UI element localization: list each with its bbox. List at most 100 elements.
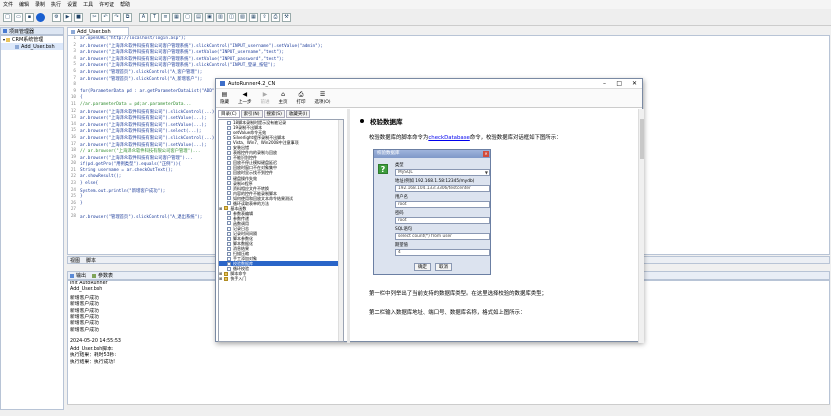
- tab-output[interactable]: 输出: [76, 272, 86, 279]
- editor-tab[interactable]: Add_User.bsh: [67, 27, 129, 35]
- help-tab-2[interactable]: 搜索(S): [263, 110, 285, 118]
- tab-parameter-table[interactable]: 参数表: [98, 272, 113, 279]
- save-icon[interactable]: ▪: [25, 12, 34, 22]
- code-text: ar.browser("上海泽众软件科技有限公司").setValue(...)…: [80, 142, 207, 148]
- settings-icon[interactable]: ⚙: [52, 12, 61, 22]
- font-icon[interactable]: T: [150, 12, 159, 22]
- frame-icon[interactable]: ▢: [183, 12, 192, 22]
- content-scroll-thumb[interactable]: [640, 119, 644, 159]
- tree-node-project[interactable]: ▾ CRM系统管理: [1, 36, 63, 43]
- undo-icon[interactable]: ↶: [101, 12, 110, 22]
- folder-icon: [6, 37, 11, 42]
- checkdatabase-link[interactable]: checkDatabase: [428, 135, 470, 141]
- page-icon: [227, 191, 231, 196]
- code-line[interactable]: 6 ar.browser("管理首页").slickControl("A_客户管理…: [68, 69, 829, 76]
- code-text: ar.browser("上海泽众软件科技有限公司").select(...);: [80, 129, 202, 135]
- close-icon[interactable]: ✕: [632, 80, 637, 87]
- options-button[interactable]: ☰ 选项(O): [315, 91, 331, 105]
- menu-bar: 文件 编辑 录制 执行 设置 工具 许可证 帮助: [0, 0, 831, 9]
- forward-button[interactable]: ▶ 前进: [261, 91, 270, 105]
- help-contents-tree[interactable]: 18脚本录制时提示没有被记录 19录制不出脚本 setValue命令无效 Silver…: [218, 119, 344, 342]
- page-icon: [227, 251, 231, 256]
- help-title-bar[interactable]: AutoRunner4.2_CN – □ ✕: [216, 79, 642, 89]
- run-icon[interactable]: ▶: [63, 12, 72, 22]
- app-icon: [220, 81, 225, 86]
- page-icon: [227, 241, 231, 246]
- password-field: root: [395, 217, 490, 224]
- menu-item-1[interactable]: 编辑: [19, 1, 29, 8]
- code-text: } else{: [80, 181, 99, 187]
- window-icon[interactable]: ▣: [205, 12, 214, 22]
- help-tab-1[interactable]: 索引(N): [240, 110, 263, 118]
- dialog-close-icon: ✕: [483, 151, 489, 157]
- menu-item-0[interactable]: 文件: [3, 1, 13, 8]
- page-icon: [227, 165, 231, 170]
- pane-splitter[interactable]: [347, 109, 350, 343]
- help-tab-3[interactable]: 收藏夹(I): [285, 110, 311, 118]
- export-icon[interactable]: ⇪: [260, 12, 269, 22]
- project-manager-tab[interactable]: 项目管理器: [0, 27, 64, 35]
- hide-button[interactable]: ▤ 隐藏: [220, 90, 229, 105]
- code-line[interactable]: 1 ar.openURL("http://localhost/login.asp"…: [68, 36, 829, 43]
- print-button[interactable]: ⎙ 打印: [297, 91, 306, 105]
- sql-label: SQL语句: [395, 227, 413, 232]
- minimize-icon[interactable]: –: [603, 80, 606, 87]
- output-icon: [70, 273, 74, 278]
- expand-icon[interactable]: ⊞: [219, 276, 222, 281]
- new-file-icon[interactable]: □: [3, 12, 12, 22]
- expand-icon[interactable]: ⊞: [219, 206, 222, 211]
- menu-item-5[interactable]: 工具: [83, 1, 93, 8]
- copy-icon[interactable]: ⧉: [123, 12, 132, 22]
- menu-item-3[interactable]: 执行: [51, 1, 61, 8]
- list-icon[interactable]: ≡: [161, 12, 170, 22]
- bullet-icon: [360, 119, 364, 123]
- back-button[interactable]: ◀ 上一步: [238, 91, 252, 105]
- menu-item-7[interactable]: 帮助: [120, 1, 130, 8]
- code-line[interactable]: 2 ar.browser("上海泽众软件科技有限公司客户管理系统").slickC…: [68, 43, 829, 50]
- panel-icon[interactable]: ▧: [238, 12, 247, 22]
- table-icon[interactable]: ▦: [249, 12, 258, 22]
- code-line[interactable]: 5 ar.browser("上海泽众软件科技有限公司客户管理系统").slickC…: [68, 62, 829, 69]
- home-button[interactable]: ⌂ 主页: [279, 91, 288, 105]
- cut-icon[interactable]: ✂: [90, 12, 99, 22]
- open-icon[interactable]: ▭: [14, 12, 23, 22]
- redo-icon[interactable]: ↷: [112, 12, 121, 22]
- page-icon: [227, 176, 231, 181]
- comment-icon[interactable]: ▤: [194, 12, 203, 22]
- contents-folder[interactable]: ⊞ 快手入门: [219, 276, 343, 281]
- contents-scrollbar[interactable]: [338, 120, 343, 341]
- hide-icon: ▤: [221, 90, 228, 98]
- topic-heading: 校验数据库: [360, 116, 403, 126]
- page-icon: [227, 201, 231, 206]
- tree-node-script[interactable]: Add_User.bsh: [1, 43, 63, 50]
- page-icon: [227, 130, 231, 135]
- output-line: 执行结果：执行成功!: [70, 359, 116, 365]
- split-icon[interactable]: ◫: [227, 12, 236, 22]
- line-number: 15: [70, 128, 76, 134]
- content-scrollbar[interactable]: [638, 109, 644, 343]
- menu-item-4[interactable]: 设置: [67, 1, 77, 8]
- text-icon[interactable]: A: [139, 12, 148, 22]
- stop-icon[interactable]: ■: [74, 12, 83, 22]
- code-text: ar.browser("上海泽众软件科技有限公司客户管理系统").setValu…: [80, 50, 285, 56]
- collapse-icon[interactable]: ▾: [3, 37, 5, 42]
- menu-item-2[interactable]: 录制: [35, 1, 45, 8]
- menu-item-6[interactable]: 许可证: [99, 1, 114, 8]
- horizontal-scrollbar[interactable]: [67, 404, 830, 410]
- layout-icon[interactable]: ▥: [216, 12, 225, 22]
- project-tree[interactable]: ▾ CRM系统管理 Add_User.bsh: [0, 35, 64, 410]
- help-tab-0[interactable]: 目录(C): [218, 110, 240, 118]
- tab-view[interactable]: 视图: [70, 257, 80, 264]
- page-icon: [227, 236, 231, 241]
- print-toolbar-icon[interactable]: ⎙: [271, 12, 280, 22]
- project-manager-label: 项目管理器: [9, 28, 35, 35]
- book-icon: [224, 206, 229, 211]
- tab-script[interactable]: 脚本: [86, 257, 96, 264]
- code-line[interactable]: 3 ar.browser("上海泽众软件科技有限公司客户管理系统").setVal…: [68, 49, 829, 56]
- tools-icon[interactable]: ⚒: [282, 12, 291, 22]
- line-number: 5: [73, 62, 76, 68]
- grid-icon[interactable]: ▦: [172, 12, 181, 22]
- code-line[interactable]: 4 ar.browser("上海泽众软件科技有限公司客户管理系统").setVal…: [68, 56, 829, 63]
- record-icon[interactable]: [36, 12, 45, 22]
- maximize-icon[interactable]: □: [616, 80, 622, 87]
